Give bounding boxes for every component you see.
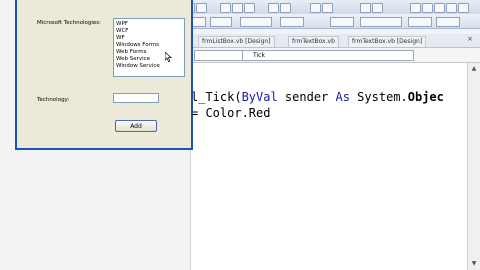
toolbar-button[interactable] [360,17,402,27]
toolbar-button[interactable] [322,3,333,13]
toolbar-button[interactable] [280,3,291,13]
list-item[interactable]: WCF [116,28,128,34]
code-line: l_Tick(ByVal sender As System.Objec [191,90,444,104]
toolbar-button[interactable] [446,3,457,13]
document-tabs: frmListBox.vb [Design] frmTextBox.vb frm… [190,34,480,48]
tab-textbox-code[interactable]: frmTextBox.vb [288,36,339,47]
technologies-listbox[interactable]: WPF WCF WF Windows Forms Web Forms Web S… [113,18,185,77]
toolbar-button[interactable] [434,3,445,13]
toolbar-button[interactable] [422,3,433,13]
class-dropdown[interactable] [194,50,246,61]
code-line: = Color.Red [191,106,271,120]
list-item[interactable]: Window Service [116,63,160,69]
toolbar-button[interactable] [330,17,354,27]
tab-listbox-design[interactable]: frmListBox.vb [Design] [198,36,275,47]
toolbar-button[interactable] [372,3,383,13]
toolbar-button[interactable] [268,3,279,13]
toolbar-button[interactable] [240,17,272,27]
toolbar-button[interactable] [360,3,371,13]
layout-toolbar [180,14,480,29]
technology-input[interactable] [113,93,159,103]
mouse-pointer-icon [165,52,172,62]
toolbar-button[interactable] [436,17,460,27]
toolbar-button[interactable] [410,3,421,13]
scroll-down-icon[interactable]: ▼ [470,260,478,268]
toolbar-button[interactable] [408,17,432,27]
list-item[interactable]: WPF [116,21,128,27]
method-dropdown[interactable]: Tick [242,50,414,61]
method-dropdown-value: Tick [253,52,265,59]
standard-toolbar [180,0,480,15]
close-icon[interactable]: × [466,35,474,43]
toolbar-button[interactable] [310,3,321,13]
list-item[interactable]: Windows Forms [116,42,159,48]
toolbar-button[interactable] [220,3,231,13]
toolbar-button[interactable] [196,3,207,13]
technologies-label: Microsoft Technologies: [37,20,101,26]
vertical-scrollbar[interactable]: ▲ ▼ [467,63,480,270]
technology-label: Technology: [37,97,70,103]
list-item[interactable]: Web Service [116,56,150,62]
code-editor[interactable]: l_Tick(ByVal sender As System.Objec = Co… [190,63,468,270]
scroll-up-icon[interactable]: ▲ [470,65,478,73]
tab-textbox-design[interactable]: frmTextBox.vb [Design] [348,36,427,47]
form-window: Microsoft Technologies: WPF WCF WF Windo… [15,0,193,150]
code-navigation-bar: Tick [190,48,480,63]
list-item[interactable]: WF [116,35,125,41]
list-item[interactable]: Web Forms [116,49,146,55]
toolbar-button[interactable] [244,3,255,13]
toolbar-button[interactable] [210,17,232,27]
toolbar-button[interactable] [232,3,243,13]
toolbar-button[interactable] [280,17,304,27]
add-button[interactable]: Add [115,120,157,132]
toolbar-button[interactable] [458,3,469,13]
